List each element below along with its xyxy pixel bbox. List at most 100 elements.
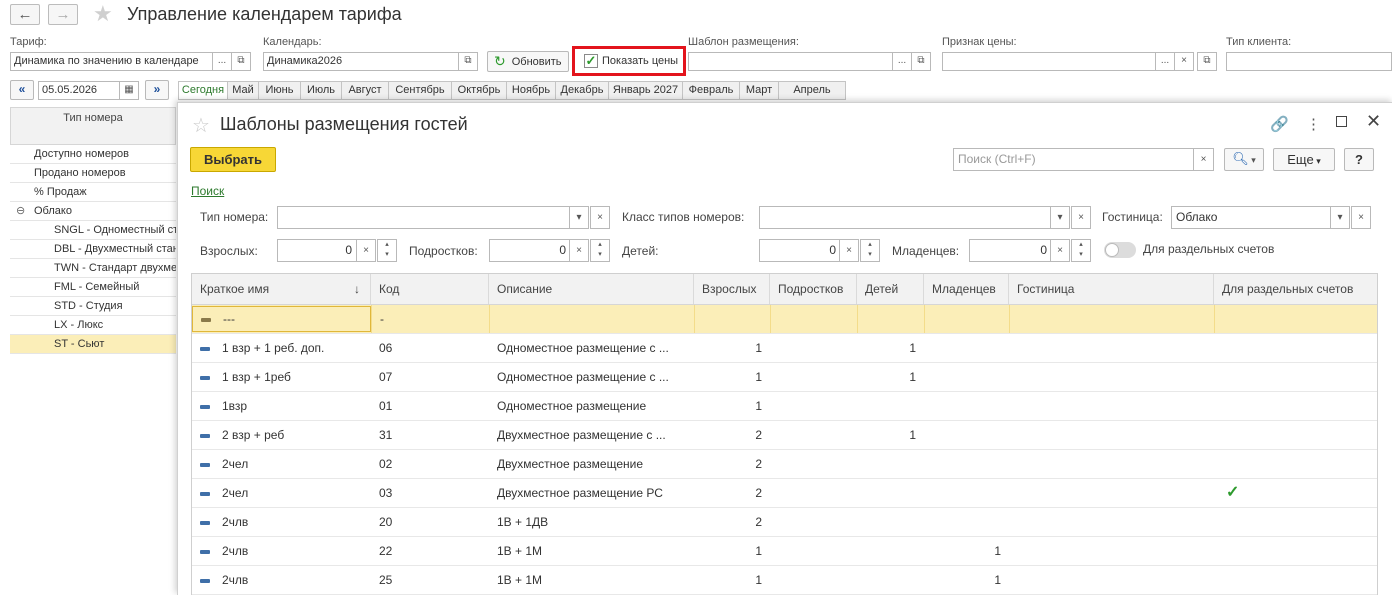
- teens-clear[interactable]: ×: [569, 239, 589, 262]
- month-tab[interactable]: Июль: [300, 81, 342, 100]
- price-sign-clear-button[interactable]: ×: [1174, 52, 1194, 71]
- column-header[interactable]: Гостиница: [1009, 274, 1214, 304]
- adults-clear[interactable]: ×: [356, 239, 376, 262]
- hotel-dropdown[interactable]: ▾: [1330, 206, 1350, 229]
- column-header[interactable]: Детей: [857, 274, 924, 304]
- close-icon[interactable]: ✕: [1366, 111, 1381, 132]
- show-prices-checkbox[interactable]: ✓: [584, 54, 598, 68]
- table-row[interactable]: 2члв 22 1В + 1М 1 1: [192, 537, 1377, 566]
- help-button[interactable]: ?: [1344, 148, 1374, 171]
- next-period-button[interactable]: »: [145, 80, 169, 100]
- price-sign-select-button[interactable]: ...: [1155, 52, 1175, 71]
- children-clear[interactable]: ×: [839, 239, 859, 262]
- table-row[interactable]: 2чел 03 Двухместное размещение РС 2 ✓: [192, 479, 1377, 508]
- table-row[interactable]: 2 взр + реб 31 Двухместное размещение с ..…: [192, 421, 1377, 450]
- back-button[interactable]: ←: [10, 4, 40, 25]
- month-tab[interactable]: Апрель: [778, 81, 846, 100]
- left-panel-row[interactable]: LX - Люкс: [10, 316, 176, 335]
- search-clear-button[interactable]: ×: [1193, 148, 1214, 171]
- left-panel-row[interactable]: DBL - Двухместный стан: [10, 240, 176, 259]
- room-type-dropdown[interactable]: ▾: [569, 206, 589, 229]
- column-header[interactable]: Код: [371, 274, 489, 304]
- template-open-button[interactable]: ⧉: [911, 52, 931, 71]
- room-class-dropdown[interactable]: ▾: [1050, 206, 1070, 229]
- calendar-open-button[interactable]: ⧉: [458, 52, 478, 71]
- month-tab[interactable]: Сегодня: [178, 81, 228, 100]
- column-header[interactable]: Младенцев: [924, 274, 1009, 304]
- forward-button[interactable]: →: [48, 4, 78, 25]
- hotel-field[interactable]: Облако: [1171, 206, 1331, 229]
- table-row[interactable]: 1 взр + 1реб 07 Одноместное размещение с .…: [192, 363, 1377, 392]
- table-row[interactable]: 2чел 02 Двухместное размещение 2: [192, 450, 1377, 479]
- column-header[interactable]: Для раздельных счетов: [1214, 274, 1377, 304]
- table-row[interactable]: --- -: [192, 305, 1377, 334]
- children-field[interactable]: 0: [759, 239, 841, 262]
- adults-stepper[interactable]: ▴ ▾: [377, 239, 397, 262]
- table-row[interactable]: 2члв 25 1В + 1М 1 1: [192, 566, 1377, 595]
- left-panel-row[interactable]: SNGL - Одноместный ст: [10, 221, 176, 240]
- left-panel-row[interactable]: FML - Семейный: [10, 278, 176, 297]
- price-sign-open-button[interactable]: ⧉: [1197, 52, 1217, 71]
- collapse-icon[interactable]: ⊖: [16, 202, 25, 220]
- table-row[interactable]: 1взр 01 Одноместное размещение 1: [192, 392, 1377, 421]
- search-options-button[interactable]: 🔍︎ ▾: [1224, 148, 1264, 171]
- left-panel-row[interactable]: Доступно номеров: [10, 145, 176, 164]
- month-tab[interactable]: Январь 2027: [608, 81, 683, 100]
- tariff-select-button[interactable]: ...: [212, 52, 232, 71]
- search-input[interactable]: Поиск (Ctrl+F): [953, 148, 1194, 171]
- children-stepper[interactable]: ▴ ▾: [860, 239, 880, 262]
- infants-field[interactable]: 0: [969, 239, 1052, 262]
- column-header[interactable]: Описание: [489, 274, 694, 304]
- room-class-clear[interactable]: ×: [1071, 206, 1091, 229]
- favorite-star-icon[interactable]: ★: [93, 3, 113, 25]
- more-vert-icon[interactable]: ⋮: [1306, 115, 1321, 133]
- month-tab[interactable]: Ноябрь: [506, 81, 556, 100]
- month-tab[interactable]: Декабрь: [555, 81, 609, 100]
- more-button[interactable]: Еще ▾: [1273, 148, 1335, 171]
- table-row[interactable]: 2члв 20 1В + 1ДВ 2: [192, 508, 1377, 537]
- hotel-clear[interactable]: ×: [1351, 206, 1371, 229]
- client-type-field[interactable]: [1226, 52, 1392, 71]
- month-tab[interactable]: Март: [739, 81, 779, 100]
- infants-stepper[interactable]: ▴ ▾: [1071, 239, 1091, 262]
- column-header[interactable]: Взрослых: [694, 274, 770, 304]
- column-header[interactable]: Подростков: [770, 274, 857, 304]
- teens-field[interactable]: 0: [489, 239, 571, 262]
- month-tab[interactable]: Октябрь: [451, 81, 507, 100]
- left-panel-row[interactable]: ⊖ Облако: [10, 202, 176, 221]
- month-tab[interactable]: Август: [341, 81, 389, 100]
- separate-accounts-toggle[interactable]: [1104, 242, 1136, 258]
- refresh-button[interactable]: ↻ Обновить: [487, 51, 569, 72]
- left-panel-row[interactable]: % Продаж: [10, 183, 176, 202]
- tariff-field[interactable]: Динамика по значению в календаре: [10, 52, 213, 71]
- select-button[interactable]: Выбрать: [190, 147, 276, 172]
- date-field[interactable]: 05.05.2026: [38, 81, 120, 100]
- room-type-clear[interactable]: ×: [590, 206, 610, 229]
- column-header[interactable]: Краткое имя ↓: [192, 274, 371, 304]
- room-class-field[interactable]: [759, 206, 1052, 229]
- template-field[interactable]: [688, 52, 893, 71]
- month-tab[interactable]: Июнь: [258, 81, 301, 100]
- prev-period-button[interactable]: «: [10, 80, 34, 100]
- search-link[interactable]: Поиск: [191, 184, 224, 198]
- link-icon[interactable]: 🔗: [1270, 115, 1289, 133]
- infants-clear[interactable]: ×: [1050, 239, 1070, 262]
- left-panel-row[interactable]: ST - Сьют: [10, 335, 176, 354]
- month-tab[interactable]: Май: [227, 81, 259, 100]
- dialog-favorite-star-icon[interactable]: ☆: [192, 113, 210, 138]
- template-select-button[interactable]: ...: [892, 52, 912, 71]
- left-panel-row[interactable]: Продано номеров: [10, 164, 176, 183]
- month-tab[interactable]: Сентябрь: [388, 81, 452, 100]
- month-tab[interactable]: Февраль: [682, 81, 740, 100]
- calendar-field[interactable]: Динамика2026: [263, 52, 459, 71]
- left-panel-row[interactable]: TWN - Стандарт двухме: [10, 259, 176, 278]
- maximize-icon[interactable]: [1336, 116, 1347, 127]
- table-row[interactable]: 1 взр + 1 реб. доп. 06 Одноместное размеще…: [192, 334, 1377, 363]
- teens-stepper[interactable]: ▴ ▾: [590, 239, 610, 262]
- adults-field[interactable]: 0: [277, 239, 357, 262]
- room-type-field[interactable]: [277, 206, 571, 229]
- tariff-open-button[interactable]: ⧉: [231, 52, 251, 71]
- price-sign-field[interactable]: [942, 52, 1156, 71]
- calendar-picker-button[interactable]: ▦: [119, 81, 139, 100]
- left-panel-row[interactable]: STD - Студия: [10, 297, 176, 316]
